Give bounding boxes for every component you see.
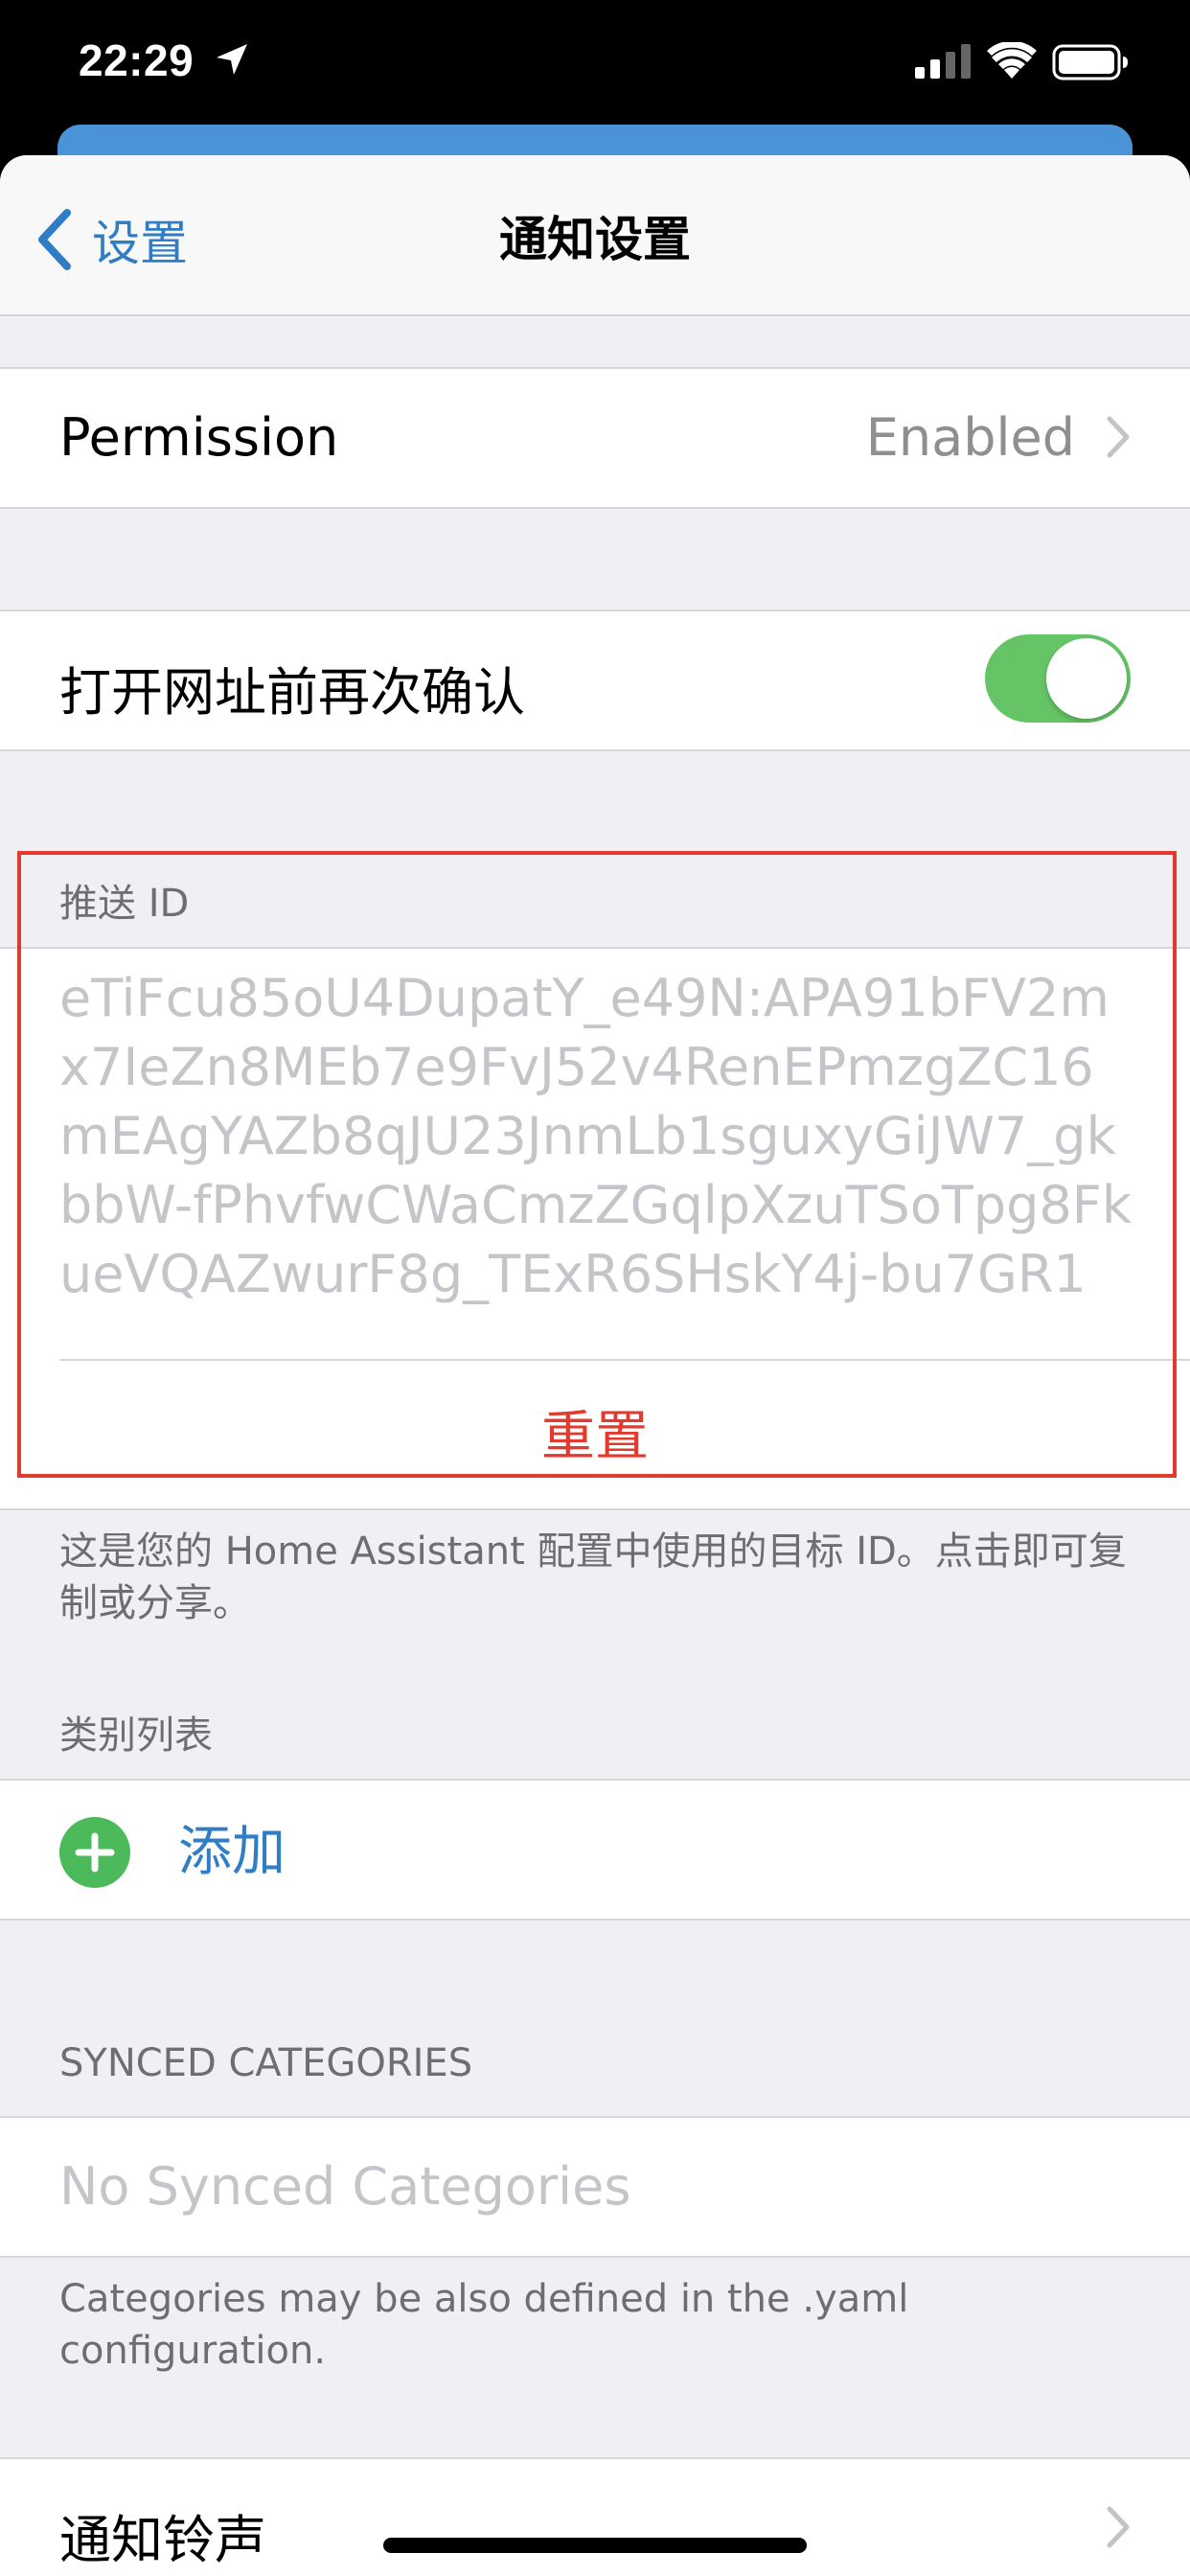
add-circle-icon	[59, 1817, 130, 1888]
chevron-right-icon	[1107, 2506, 1130, 2548]
synced-categories-header: SYNCED CATEGORIES	[59, 2041, 473, 2085]
synced-categories-footer: Categories may be also defined in the .y…	[59, 2277, 909, 2373]
location-arrow-icon	[217, 44, 247, 75]
status-bar: 22:29	[0, 0, 1190, 134]
no-synced-categories-label: No Synced Categories	[59, 2156, 631, 2217]
reset-row: 重置	[0, 1361, 1190, 1510]
push-id-value[interactable]: eTiFcu85oU4DupatY_e49N:APA91bFV2mx7IeZn8…	[59, 964, 1133, 1309]
status-time: 22:29	[79, 35, 195, 85]
notification-settings-sheet: 设置 通知设置 Permission Enabled 打开网址前再次确认 推送 …	[0, 155, 1190, 2576]
no-synced-categories-row: No Synced Categories	[0, 2116, 1190, 2258]
permission-label: Permission	[59, 407, 339, 468]
chevron-right-icon	[1107, 416, 1130, 458]
push-id-footer: 这是您的 Home Assistant 配置中使用的目标 ID。点击即可复制或分…	[59, 1530, 1127, 1625]
confirm-url-row: 打开网址前再次确认	[0, 610, 1190, 751]
confirm-url-label: 打开网址前再次确认	[59, 662, 525, 723]
add-category-row[interactable]: 添加	[0, 1779, 1190, 1920]
navigation-bar: 设置 通知设置	[0, 155, 1190, 316]
notification-sound-label: 通知铃声	[59, 2510, 266, 2570]
add-category-label: 添加	[178, 1821, 286, 1883]
categories-section-header: 类别列表	[59, 1714, 213, 1758]
permission-row[interactable]: Permission Enabled	[0, 367, 1190, 509]
push-id-section-header: 推送 ID	[59, 882, 190, 926]
toggle-knob	[1046, 638, 1127, 719]
notification-sound-row[interactable]: 通知铃声	[0, 2457, 1190, 2576]
permission-value: Enabled	[865, 407, 1075, 468]
page-title: 通知设置	[499, 212, 691, 267]
home-indicator	[383, 2538, 807, 2553]
wifi-icon	[987, 42, 1037, 79]
battery-icon	[1052, 44, 1128, 80]
confirm-url-toggle[interactable]	[985, 634, 1131, 723]
reset-button[interactable]: 重置	[0, 1393, 1190, 1471]
cellular-signal-icon	[915, 44, 971, 79]
